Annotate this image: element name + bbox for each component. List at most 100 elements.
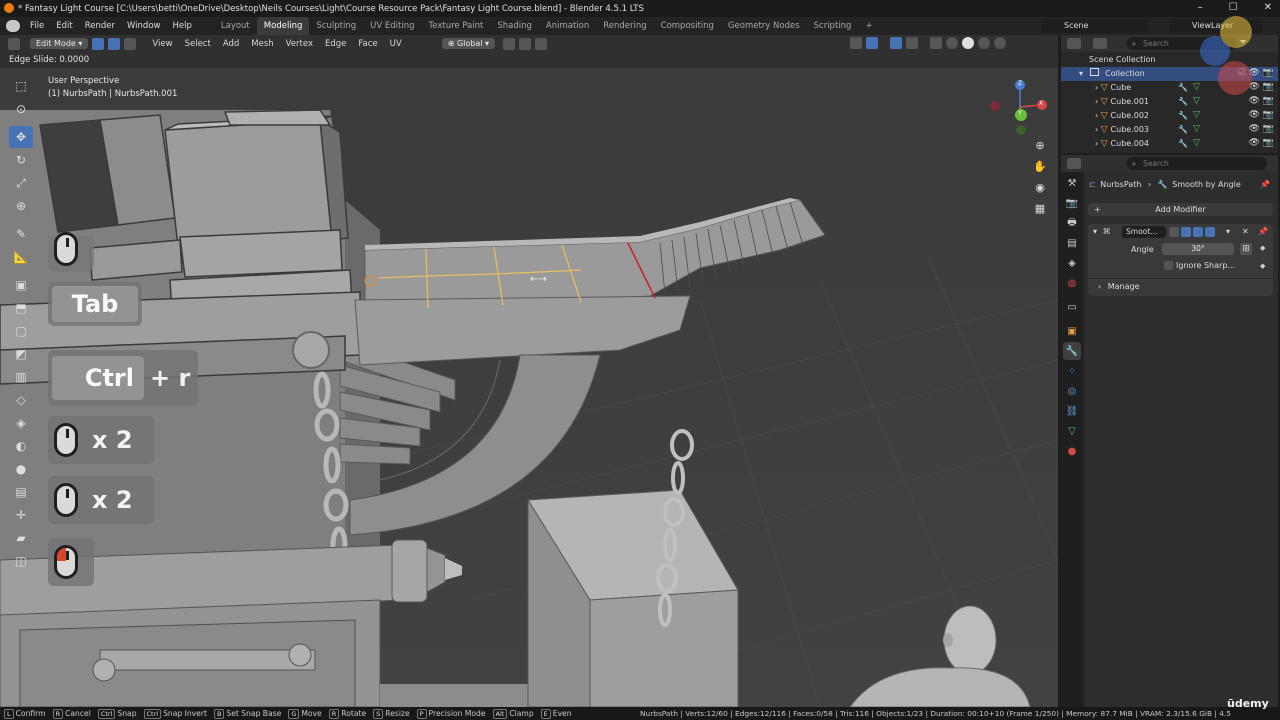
chevron-right-icon[interactable]: ›	[1095, 125, 1098, 134]
tab-uv-editing[interactable]: UV Editing	[363, 17, 421, 35]
pan-hand-icon[interactable]: ✋	[1031, 157, 1049, 175]
modifier-close-icon[interactable]: ✕	[1242, 224, 1249, 240]
pin-icon[interactable]: 📌	[1260, 180, 1270, 189]
extrude-icon[interactable]: ⬒	[9, 297, 33, 319]
gizmo-toggle-icon[interactable]	[866, 37, 878, 49]
chevron-right-icon[interactable]: ›	[1098, 282, 1101, 291]
shading-rendered-icon[interactable]	[994, 37, 1006, 49]
tool-settings-tab-icon[interactable]: ⚒	[1063, 174, 1081, 192]
neg-y-axis-icon[interactable]	[1016, 125, 1026, 135]
knife-icon[interactable]: ◇	[9, 389, 33, 411]
menu-vertex[interactable]: Vertex	[280, 39, 319, 49]
properties-editor-icon[interactable]	[1067, 158, 1081, 169]
shading-solid-icon[interactable]	[962, 37, 974, 49]
snap-icon[interactable]	[519, 37, 532, 50]
outliner-display-icon[interactable]	[1093, 38, 1107, 49]
bevel-icon[interactable]: ◩	[9, 343, 33, 365]
chevron-right-icon[interactable]: ›	[1095, 139, 1098, 148]
menu-add[interactable]: Add	[217, 39, 245, 49]
menu-window[interactable]: Window	[121, 21, 167, 31]
menu-file[interactable]: File	[24, 21, 50, 31]
menu-help[interactable]: Help	[166, 21, 197, 31]
menu-edit[interactable]: Edit	[50, 21, 78, 31]
chevron-right-icon[interactable]: ›	[1095, 97, 1098, 106]
add-modifier-button[interactable]: + Add Modifier	[1088, 203, 1273, 216]
world-tab-icon[interactable]: ◍	[1063, 274, 1081, 292]
camera-view-icon[interactable]: ◉	[1031, 178, 1049, 196]
menu-render[interactable]: Render	[79, 21, 121, 31]
tab-shading[interactable]: Shading	[490, 17, 539, 35]
cage-toggle-icon[interactable]	[1181, 227, 1191, 237]
render-tab-icon[interactable]: 📷	[1063, 194, 1081, 212]
material-tab-icon[interactable]: ●	[1063, 442, 1081, 460]
chevron-down-icon[interactable]: ▾	[1093, 227, 1097, 236]
modifier-name-field[interactable]: Smoot...	[1122, 226, 1166, 238]
neg-x-axis-icon[interactable]	[990, 101, 1000, 111]
pivot-point-icon[interactable]	[503, 37, 516, 50]
rip-region-icon[interactable]: ◫	[9, 550, 33, 572]
transform-orientation-dropdown[interactable]: ⊕ Global ▾	[441, 38, 496, 49]
tab-texture-paint[interactable]: Texture Paint	[422, 17, 491, 35]
xray-toggle-icon[interactable]	[930, 37, 942, 49]
outliner-object-row[interactable]: › ▽ Cube.004 🔧 ▽ 👁 📷	[1061, 137, 1278, 151]
loop-cut-icon[interactable]: ▥	[9, 366, 33, 388]
edge-select-icon[interactable]	[108, 37, 121, 50]
smooth-icon[interactable]: ●	[9, 458, 33, 480]
tab-animation[interactable]: Animation	[539, 17, 596, 35]
menu-view[interactable]: View	[146, 39, 178, 49]
shrink-fatten-icon[interactable]: ✛	[9, 504, 33, 526]
mesh-overlay-icon[interactable]	[906, 37, 918, 49]
navigation-gizmo[interactable]: X Y Z	[985, 77, 1055, 137]
collection-tab-icon[interactable]: ▭	[1063, 298, 1081, 316]
proportional-edit-icon[interactable]	[535, 37, 548, 50]
inset-icon[interactable]: ▢	[9, 320, 33, 342]
editor-type-icon[interactable]	[8, 37, 20, 50]
scene-selector[interactable]: Scene	[1042, 19, 1148, 33]
add-cube-icon[interactable]: ▣	[9, 274, 33, 296]
constraints-tab-icon[interactable]: ⛓	[1063, 402, 1081, 420]
render-toggle-icon[interactable]	[1205, 227, 1215, 237]
viewport-toggle-icon[interactable]	[1193, 227, 1203, 237]
blender-menu-icon[interactable]	[6, 20, 20, 32]
edge-slide-icon[interactable]: ▤	[9, 481, 33, 503]
tab-compositing[interactable]: Compositing	[654, 17, 721, 35]
add-workspace-button[interactable]: +	[858, 17, 879, 35]
tab-modeling[interactable]: Modeling	[256, 17, 310, 35]
modifier-pin-icon[interactable]: 📌	[1258, 224, 1268, 240]
chevron-right-icon[interactable]: ›	[1095, 83, 1098, 92]
object-tab-icon[interactable]: ▣	[1063, 322, 1081, 340]
angle-animate-icon[interactable]: ◆	[1260, 244, 1265, 252]
overlay-toggle-icon[interactable]	[890, 37, 902, 49]
outliner-object-row[interactable]: › ▽ Cube.003 🔧 ▽ 👁 📷	[1061, 123, 1278, 137]
rotate-icon[interactable]: ↻	[9, 149, 33, 171]
shading-wireframe-icon[interactable]	[946, 37, 958, 49]
object-visibility-icon[interactable]: 👁 📷	[1249, 123, 1275, 137]
menu-face[interactable]: Face	[352, 39, 383, 49]
particles-tab-icon[interactable]: ⁘	[1063, 362, 1081, 380]
visibility-icon[interactable]	[850, 37, 862, 49]
angle-field[interactable]: 30°	[1162, 243, 1234, 255]
zoom-icon[interactable]: ⊕	[1031, 136, 1049, 154]
menu-uv[interactable]: UV	[384, 39, 408, 49]
transform-icon[interactable]: ⊕	[9, 195, 33, 217]
tab-geometry-nodes[interactable]: Geometry Nodes	[721, 17, 807, 35]
edit-mode-toggle-icon[interactable]	[1169, 227, 1179, 237]
menu-edge[interactable]: Edge	[319, 39, 352, 49]
shading-material-icon[interactable]	[978, 37, 990, 49]
measure-icon[interactable]: 📐	[9, 246, 33, 268]
scene-tab-icon[interactable]: ◈	[1063, 254, 1081, 272]
face-select-icon[interactable]	[124, 37, 137, 50]
tab-scripting[interactable]: Scripting	[807, 17, 859, 35]
perspective-toggle-icon[interactable]: ▦	[1031, 199, 1049, 217]
menu-select[interactable]: Select	[179, 39, 217, 49]
select-box-icon[interactable]: ⬚	[9, 75, 33, 97]
cursor-icon[interactable]: ⊙	[9, 98, 33, 120]
ignore-sharp-animate-icon[interactable]: ◆	[1260, 262, 1265, 270]
spin-icon[interactable]: ◐	[9, 435, 33, 457]
chevron-right-icon[interactable]: ›	[1095, 111, 1098, 120]
move-icon[interactable]: ✥	[9, 126, 33, 148]
physics-tab-icon[interactable]: ◎	[1063, 382, 1081, 400]
properties-search-input[interactable]: ⌕ Search	[1127, 157, 1267, 170]
manage-subpanel[interactable]: › Manage	[1088, 278, 1273, 294]
shear-icon[interactable]: ▰	[9, 527, 33, 549]
